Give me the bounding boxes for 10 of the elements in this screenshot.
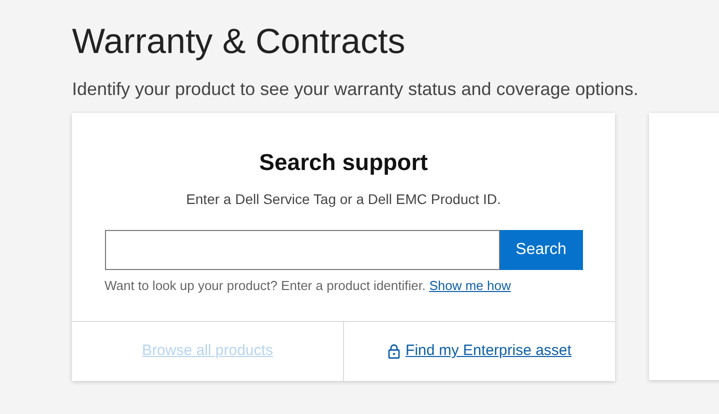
- lock-icon: [388, 344, 400, 359]
- search-field[interactable]: [104, 230, 500, 270]
- footer-link[interactable]: Find my Enterprise asset: [406, 340, 572, 363]
- page-title: Warranty & Contracts: [72, 21, 406, 63]
- show-me-how-link[interactable]: Show me how: [429, 278, 511, 293]
- card-description: Enter a Dell Service Tag or a Dell EMC Product ID.: [186, 190, 501, 209]
- search-button[interactable]: Search: [500, 230, 582, 270]
- card-title: Search support: [259, 148, 428, 177]
- page-subtitle: Identify your product to see your warranty status and coverage options.: [72, 78, 638, 101]
- help-text: Want to look up your product? Enter a product identifier.: [104, 278, 426, 293]
